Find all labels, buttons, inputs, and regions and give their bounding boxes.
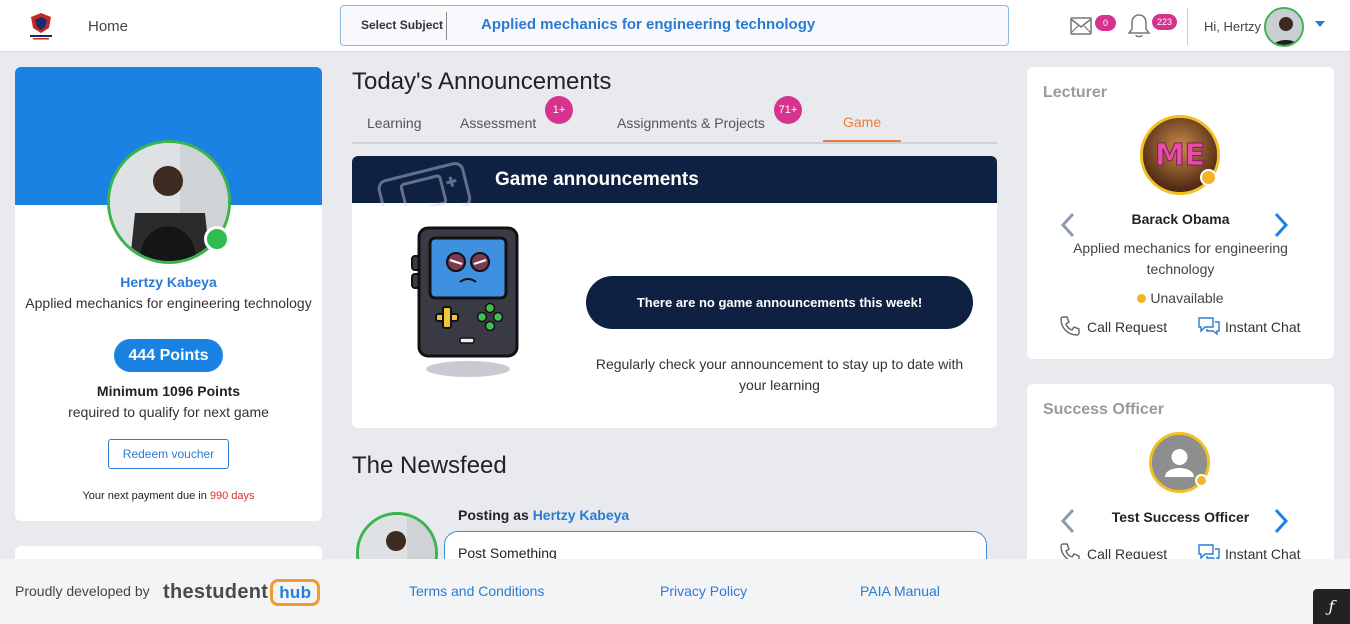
lecturer-instant-chat[interactable]: Instant Chat	[1198, 317, 1301, 336]
profile-course: Applied mechanics for engineering techno…	[25, 295, 312, 311]
selected-subject[interactable]: Applied mechanics for engineering techno…	[481, 16, 815, 33]
minimum-points: Minimum 1096 Points	[96, 383, 241, 399]
notification-count-badge: 223	[1152, 14, 1178, 30]
online-status-indicator	[204, 226, 230, 252]
lecturer-course: Applied mechanics for engineering techno…	[1073, 240, 1288, 277]
success-officer-card: Success Officer Test Success Officer Cal…	[1027, 384, 1334, 584]
user-menu-chevron-down-icon[interactable]	[1315, 21, 1325, 27]
footer-brand-badge: hub	[270, 579, 321, 606]
points-badge: 444 Points	[114, 339, 223, 372]
mail-count-badge: 0	[1095, 15, 1116, 31]
terms-link[interactable]: Terms and Conditions	[409, 583, 544, 599]
announcements-title: Today's Announcements	[352, 68, 612, 95]
chat-icon	[1198, 317, 1220, 336]
mail-icon[interactable]	[1070, 17, 1092, 35]
posting-as-label: Posting as	[458, 507, 529, 523]
active-tab-indicator	[823, 140, 901, 142]
payment-due-label: Your next payment due in	[82, 490, 210, 502]
footer-developed-by: Proudly developed by	[15, 583, 150, 599]
footer-brand-logo[interactable]: thestudent hub	[163, 579, 321, 606]
bell-icon[interactable]	[1128, 13, 1150, 39]
redeem-voucher-button[interactable]: Redeem voucher	[108, 439, 229, 469]
school-logo[interactable]	[28, 12, 54, 40]
symfony-toolbar-icon[interactable]: ƒ	[1313, 589, 1350, 624]
qualify-text: required to qualify for next game	[68, 404, 269, 420]
tab-assignments-projects[interactable]: Assignments & Projects	[617, 115, 765, 131]
subject-selector-label: Select Subject	[361, 18, 444, 32]
tab-game[interactable]: Game	[843, 114, 881, 130]
lecturer-card: Lecturer ME Barack Obama Applied mechani…	[1027, 67, 1334, 359]
success-officer-status-dot	[1195, 474, 1208, 487]
profile-name[interactable]: Hertzy Kabeya	[15, 274, 322, 290]
home-link[interactable]: Home	[88, 18, 128, 35]
topbar-divider	[1187, 8, 1188, 45]
lecturer-avatar-text: ME	[1155, 138, 1205, 173]
tab-learning[interactable]: Learning	[367, 115, 422, 131]
game-console-illustration-icon	[411, 226, 519, 377]
call-request-label: Call Request	[1087, 319, 1168, 335]
success-officer-name: Test Success Officer	[1111, 509, 1250, 525]
paia-manual-link[interactable]: PAIA Manual	[860, 583, 940, 599]
posting-as-line: Posting as Hertzy Kabeya	[458, 507, 629, 523]
privacy-policy-link[interactable]: Privacy Policy	[660, 583, 747, 599]
handheld-console-icon	[377, 162, 472, 206]
announcement-tabs: Learning Assessment 1+ Assignments & Pro…	[352, 96, 997, 144]
payment-due-days: 990 days	[209, 490, 255, 502]
posting-as-name[interactable]: Hertzy Kabeya	[533, 507, 630, 523]
phone-icon	[1060, 316, 1080, 336]
unavailable-dot-icon	[1137, 294, 1147, 303]
assessment-count-badge: 1+	[545, 96, 573, 124]
success-officer-heading: Success Officer	[1043, 401, 1164, 418]
footer: Proudly developed by thestudent hub Terms…	[0, 559, 1350, 624]
game-card-header: Game announcements	[352, 156, 997, 206]
subject-selector[interactable]: Select Subject Applied mechanics for eng…	[340, 5, 1009, 46]
game-announcements-card: Game announcements There are no game ann…	[352, 156, 997, 428]
lecturer-availability: Unavailable	[1027, 290, 1334, 306]
user-greeting: Hi, Hertzy	[1204, 19, 1262, 34]
newsfeed-title: The Newsfeed	[352, 452, 507, 479]
game-card-title: Game announcements	[495, 169, 699, 190]
payment-due-text: Your next payment due in 990 days	[15, 490, 322, 502]
lecturer-status-text: Unavailable	[1150, 290, 1224, 306]
assignments-count-badge: 71+	[774, 96, 802, 124]
lecturer-name: Barack Obama	[1131, 211, 1230, 227]
lecturer-status-dot	[1200, 169, 1217, 186]
instant-chat-label: Instant Chat	[1225, 319, 1301, 335]
tab-assessment[interactable]: Assessment	[460, 115, 536, 131]
lecturer-call-request[interactable]: Call Request	[1060, 316, 1168, 336]
user-avatar[interactable]	[1264, 7, 1304, 47]
no-announcements-message: There are no game announcements this wee…	[586, 276, 973, 329]
profile-card: Hertzy Kabeya Applied mechanics for engi…	[15, 67, 322, 521]
user-photo-icon	[1266, 9, 1302, 45]
subject-divider	[446, 12, 447, 40]
announcement-hint: Regularly check your announcement to sta…	[595, 356, 964, 393]
top-navigation-bar: Home Select Subject Applied mechanics fo…	[0, 0, 1350, 52]
footer-brand-text: thestudent	[163, 581, 269, 603]
lecturer-heading: Lecturer	[1043, 84, 1108, 101]
